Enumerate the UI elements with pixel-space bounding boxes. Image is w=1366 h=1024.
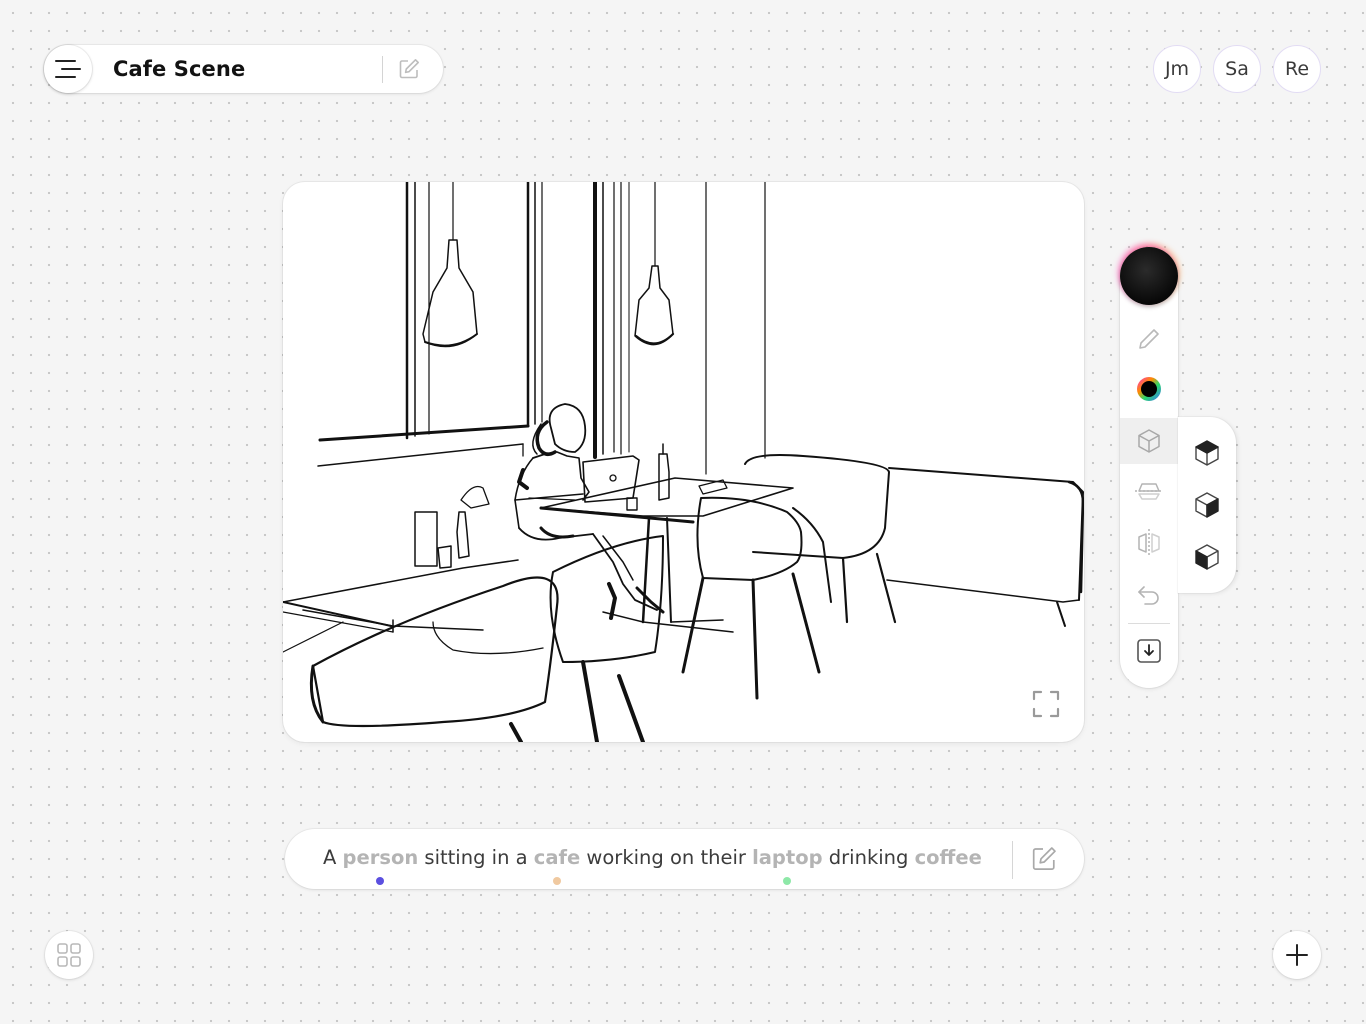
grid-view-icon	[57, 943, 81, 967]
shading-options-panel	[1178, 417, 1236, 593]
toolbar-divider	[1128, 623, 1170, 624]
hamburger-menu-icon	[55, 60, 81, 78]
3d-shading-tool-button[interactable]	[1120, 418, 1178, 464]
prompt-keyword-laptop[interactable]: laptop	[752, 846, 823, 885]
cube-right-dark-icon[interactable]	[1193, 490, 1221, 520]
avatar[interactable]: Re	[1273, 45, 1321, 93]
keyword-label: cafe	[533, 846, 581, 869]
keyword-color-dot	[783, 877, 792, 885]
download-button[interactable]	[1120, 628, 1178, 674]
avatar[interactable]: Sa	[1213, 45, 1261, 93]
prompt-segment: A	[323, 846, 343, 869]
prompt-segment: working on their	[580, 846, 753, 869]
cafe-sketch-image	[283, 182, 1084, 742]
cube-icon	[1138, 429, 1160, 453]
keyword-color-dot	[376, 877, 385, 885]
pencil-icon	[1139, 329, 1159, 349]
keyword-label: laptop	[752, 846, 823, 869]
page-title[interactable]: Cafe Scene	[113, 57, 245, 81]
plus-icon	[1286, 944, 1308, 966]
keyword-label: coffee	[914, 846, 982, 869]
keyword-label: person	[342, 846, 419, 869]
color-wheel-icon	[1137, 377, 1161, 401]
prompt-text[interactable]: A person sitting in a cafe working on th…	[323, 846, 982, 885]
drawing-toolbar	[1120, 247, 1178, 688]
cube-left-dark-icon[interactable]	[1193, 542, 1221, 572]
add-button[interactable]	[1273, 931, 1321, 979]
prompt-keyword-coffee[interactable]: coffee	[915, 846, 982, 869]
cube-top-dark-icon[interactable]	[1193, 438, 1221, 468]
prompt-segment: drinking	[822, 846, 915, 869]
gallery-grid-button[interactable]	[45, 931, 93, 979]
prompt-segment: sitting in a	[418, 846, 534, 869]
menu-button[interactable]	[44, 45, 92, 93]
pencil-tool-button[interactable]	[1120, 316, 1178, 362]
prompt-keyword-cafe[interactable]: cafe	[533, 846, 581, 885]
title-bar: Cafe Scene	[44, 45, 443, 93]
fullscreen-icon[interactable]	[1032, 690, 1060, 718]
mirror-tool-button[interactable]	[1120, 520, 1178, 566]
horizontal-flip-plane-icon	[1135, 483, 1163, 500]
edit-icon[interactable]	[397, 57, 421, 81]
vertical-mirror-icon	[1138, 529, 1160, 557]
title-divider	[382, 56, 383, 83]
current-color-swatch[interactable]	[1120, 247, 1178, 305]
horizon-tool-button[interactable]	[1120, 468, 1178, 514]
edit-icon[interactable]	[1030, 845, 1058, 873]
keyword-color-dot	[553, 877, 561, 885]
prompt-bar[interactable]: A person sitting in a cafe working on th…	[285, 829, 1084, 889]
color-picker-button[interactable]	[1120, 366, 1178, 412]
avatar[interactable]: Jm	[1153, 45, 1201, 93]
drawing-canvas[interactable]	[283, 182, 1084, 742]
prompt-keyword-person[interactable]: person	[342, 846, 419, 885]
undo-button[interactable]	[1120, 572, 1178, 618]
undo-icon	[1138, 586, 1159, 605]
prompt-divider	[1012, 841, 1013, 879]
download-icon	[1137, 639, 1161, 663]
